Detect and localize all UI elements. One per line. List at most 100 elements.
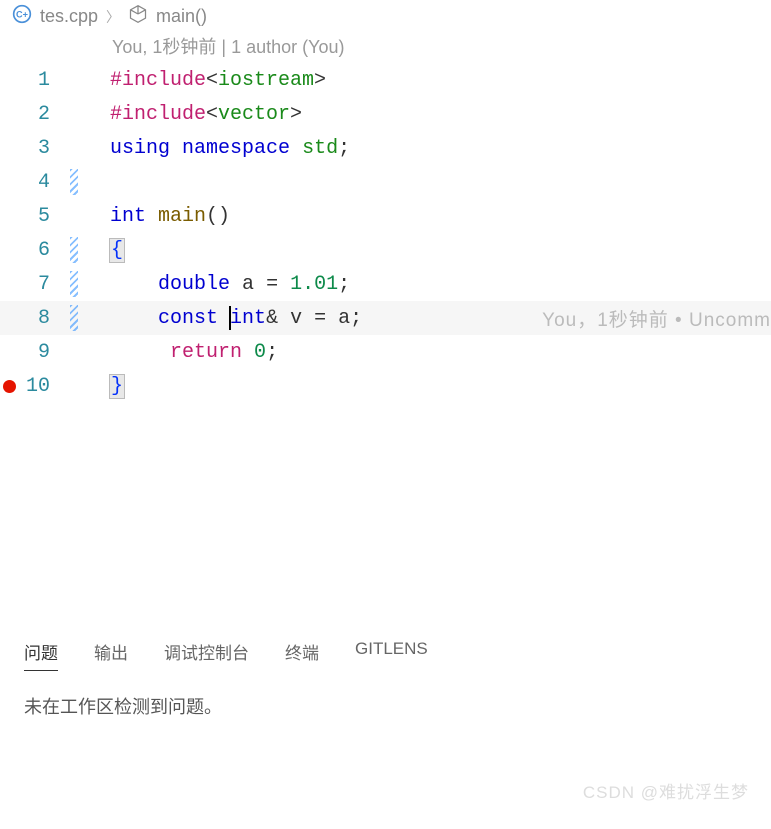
- token-preproc: #include: [110, 103, 206, 126]
- fold-indicator: [70, 67, 78, 93]
- line-number: 6: [18, 239, 70, 262]
- token-keyword: const: [158, 307, 218, 330]
- token-text: [110, 341, 170, 364]
- line-number: 3: [18, 137, 70, 160]
- code-content[interactable]: int main(): [84, 205, 230, 228]
- code-line[interactable]: 10}: [0, 369, 771, 403]
- code-line[interactable]: 3 using namespace std;: [0, 131, 771, 165]
- code-content[interactable]: #include<iostream>: [84, 69, 326, 92]
- breakpoint-gutter[interactable]: [0, 380, 18, 393]
- code-content[interactable]: #include<vector>: [84, 103, 302, 126]
- token-bracket: <: [206, 103, 218, 126]
- fold-indicator: [70, 101, 78, 127]
- code-content[interactable]: double a = 1.01;: [84, 273, 350, 296]
- token-op: =: [314, 307, 326, 330]
- watermark: CSDN @难扰浮生梦: [583, 778, 749, 803]
- token-braceboxed: {: [110, 239, 124, 262]
- line-number: 7: [18, 273, 70, 296]
- line-number: 5: [18, 205, 70, 228]
- codelens-authors[interactable]: You, 1秒钟前 | 1 author (You): [0, 33, 771, 59]
- token-var: a: [242, 273, 254, 296]
- line-number: 8: [18, 307, 70, 330]
- code-line[interactable]: 7 double a = 1.01;: [0, 267, 771, 301]
- panel-tab-gitlens[interactable]: GITLENS: [355, 639, 428, 671]
- token-op: &: [266, 307, 278, 330]
- token-text: [146, 205, 158, 228]
- line-number: 1: [18, 69, 70, 92]
- line-number: 9: [18, 341, 70, 364]
- line-number: 4: [18, 171, 70, 194]
- token-type: int: [110, 205, 146, 228]
- token-punct: ;: [338, 137, 350, 160]
- breadcrumb-file[interactable]: tes.cpp: [40, 6, 98, 27]
- token-num: 0: [254, 341, 266, 364]
- code-line[interactable]: 6{: [0, 233, 771, 267]
- token-bracket: >: [290, 103, 302, 126]
- code-content[interactable]: }: [84, 375, 124, 398]
- breakpoint-icon[interactable]: [3, 380, 16, 393]
- code-content[interactable]: {: [84, 239, 124, 262]
- fold-indicator: [70, 373, 78, 399]
- token-text: [110, 273, 158, 296]
- code-line[interactable]: 5 int main(): [0, 199, 771, 233]
- code-line[interactable]: 1 #include<iostream>: [0, 63, 771, 97]
- fold-indicator: [70, 203, 78, 229]
- token-type: double: [158, 273, 230, 296]
- token-type: int: [230, 307, 266, 330]
- problems-message: 未在工作区检测到问题。: [24, 693, 747, 719]
- fold-indicator: [70, 305, 78, 331]
- token-punct: ;: [350, 307, 362, 330]
- code-line[interactable]: 8 const int& v = a; You，1秒钟前 • Uncomm: [0, 301, 771, 335]
- fold-indicator: [70, 271, 78, 297]
- code-line[interactable]: 2 #include<vector>: [0, 97, 771, 131]
- chevron-right-icon: 〉: [106, 7, 120, 27]
- token-text: [242, 341, 254, 364]
- token-text: [278, 273, 290, 296]
- token-text: [302, 307, 314, 330]
- fold-indicator: [70, 169, 78, 195]
- code-content[interactable]: using namespace std;: [84, 137, 350, 160]
- token-text: [170, 137, 182, 160]
- svg-text:C+: C+: [16, 9, 28, 19]
- token-return: return: [170, 341, 242, 364]
- token-keyword: using: [110, 137, 170, 160]
- token-text: [290, 137, 302, 160]
- panel-tabs: 问题 输出 调试控制台 终端 GITLENS: [24, 639, 747, 671]
- breadcrumb-symbol[interactable]: main(): [156, 6, 207, 27]
- panel-tab-终端[interactable]: 终端: [285, 639, 319, 671]
- code-line[interactable]: 4: [0, 165, 771, 199]
- code-content[interactable]: return 0;: [84, 341, 278, 364]
- token-punct: ;: [266, 341, 278, 364]
- token-op: =: [266, 273, 278, 296]
- token-text: [278, 307, 290, 330]
- token-namespace: std: [302, 137, 338, 160]
- token-header: iostream: [218, 69, 314, 92]
- token-text: [110, 307, 158, 330]
- panel-tab-调试控制台[interactable]: 调试控制台: [164, 639, 249, 671]
- panel-tab-输出[interactable]: 输出: [94, 639, 128, 671]
- token-punct: (): [206, 205, 230, 228]
- fold-indicator: [70, 339, 78, 365]
- inline-blame: You，1秒钟前 • Uncomm: [542, 305, 771, 332]
- token-keyword: namespace: [182, 137, 290, 160]
- token-bracket: >: [314, 69, 326, 92]
- line-number: 2: [18, 103, 70, 126]
- fold-indicator: [70, 135, 78, 161]
- cube-icon: [128, 4, 148, 29]
- fold-indicator: [70, 237, 78, 263]
- token-header: vector: [218, 103, 290, 126]
- code-editor[interactable]: 1#include<iostream>2#include<vector>3usi…: [0, 63, 771, 403]
- code-content[interactable]: const int& v = a;: [84, 306, 362, 330]
- code-line[interactable]: 9 return 0;: [0, 335, 771, 369]
- panel-tab-问题[interactable]: 问题: [24, 639, 58, 671]
- breadcrumb[interactable]: C+ tes.cpp 〉 main(): [0, 0, 771, 33]
- token-preproc: #include: [110, 69, 206, 92]
- token-text: [230, 273, 242, 296]
- token-bracket: <: [206, 69, 218, 92]
- token-func: main: [158, 205, 206, 228]
- token-text: [254, 273, 266, 296]
- token-text: [326, 307, 338, 330]
- token-var: v: [290, 307, 302, 330]
- bottom-panel: 问题 输出 调试控制台 终端 GITLENS 未在工作区检测到问题。: [0, 618, 771, 719]
- token-var: a: [338, 307, 350, 330]
